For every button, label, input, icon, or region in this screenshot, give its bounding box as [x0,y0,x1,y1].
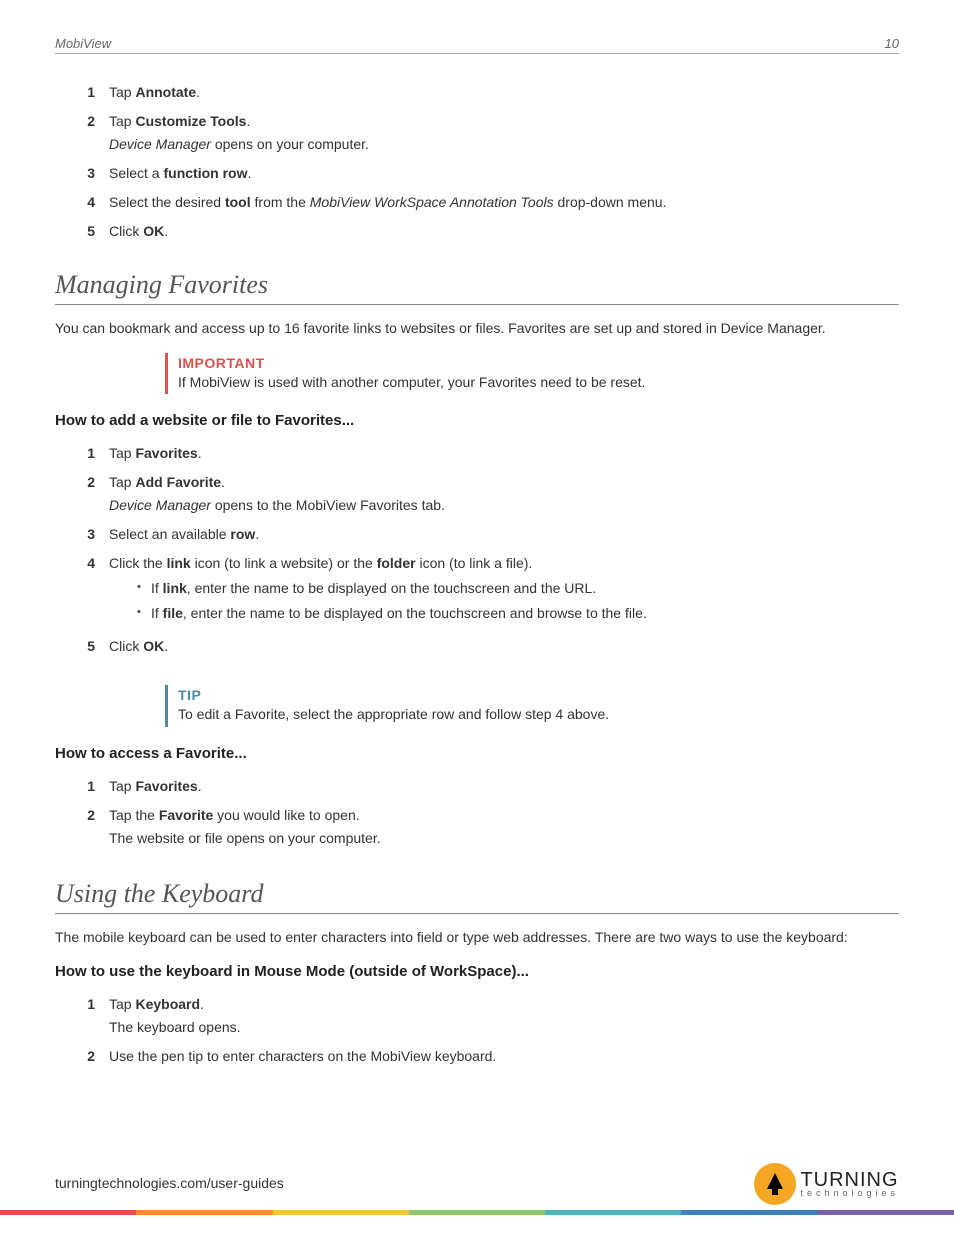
howto-access-list: 1 Tap Favorites. 2 Tap the Favorite you wou… [55,776,899,849]
list-item: 1 Tap Favorites. [83,776,899,797]
tip-body: To edit a Favorite, select the appropria… [178,705,865,725]
step-body: Click OK. [109,636,899,657]
header-title: MobiView [55,36,111,51]
first-ordered-list: 1 Tap Annotate. 2 Tap Customize Tools.Devic… [55,82,899,242]
step-body: Click the link icon (to link a website) … [109,553,899,628]
sub-bullet: If file, enter the name to be displayed … [137,603,899,624]
step-body: Tap Annotate. [109,82,899,103]
step-subnote: Device Manager opens on your computer. [109,134,899,155]
step-number: 2 [83,805,95,849]
list-item: 1 Tap Annotate. [83,82,899,103]
step-number: 1 [83,443,95,464]
logo-sub-text: technologies [800,1189,899,1197]
important-title: IMPORTANT [178,355,865,371]
step-body: Tap the Favorite you would like to open.… [109,805,899,849]
list-item: 1 Tap Keyboard.The keyboard opens. [83,994,899,1038]
step-subnote: The keyboard opens. [109,1017,899,1038]
step-body: Tap Keyboard.The keyboard opens. [109,994,899,1038]
howto-keyboard-mouse-title: How to use the keyboard in Mouse Mode (o… [55,963,899,980]
step-number: 3 [83,524,95,545]
step-subnote: Device Manager opens to the MobiView Fav… [109,495,899,516]
howto-add-favorites-title: How to add a website or file to Favorite… [55,412,899,429]
list-item: 3 Select an available row. [83,524,899,545]
step-number: 2 [83,1046,95,1067]
howto-add-list: 1 Tap Favorites. 2 Tap Add Favorite.Device … [55,443,899,657]
step-number: 1 [83,776,95,797]
sub-bullet: If link, enter the name to be displayed … [137,578,899,599]
section-heading-keyboard: Using the Keyboard [55,879,899,914]
step-number: 4 [83,192,95,213]
howto-keyboard-list: 1 Tap Keyboard.The keyboard opens. 2 Use th… [55,994,899,1067]
step-body: Click OK. [109,221,899,242]
favorites-intro: You can bookmark and access up to 16 fav… [55,319,899,339]
step-number: 1 [83,82,95,103]
step-number: 2 [83,111,95,155]
list-item: 5 Click OK. [83,636,899,657]
step-number: 2 [83,472,95,516]
list-item: 2 Tap Customize Tools.Device Manager open… [83,111,899,155]
tip-title: TIP [178,687,865,703]
page-footer: turningtechnologies.com/user-guides TURN… [0,1163,954,1205]
step-subnote: The website or file opens on your comput… [109,828,899,849]
step-number: 1 [83,994,95,1038]
step-number: 3 [83,163,95,184]
step-body: Select the desired tool from the MobiVie… [109,192,899,213]
keyboard-intro: The mobile keyboard can be used to enter… [55,928,899,948]
footer-url: turningtechnologies.com/user-guides [55,1175,284,1205]
turning-logo: TURNING technologies [754,1163,899,1205]
list-item: 3 Select a function row. [83,163,899,184]
step-body: Tap Customize Tools.Device Manager opens… [109,111,899,155]
tip-callout: TIP To edit a Favorite, select the appro… [165,685,865,727]
step-number: 5 [83,221,95,242]
list-item: 4 Select the desired tool from the MobiVi… [83,192,899,213]
important-body: If MobiView is used with another compute… [178,373,865,393]
sub-bullet-list: If link, enter the name to be displayed … [109,578,899,624]
important-callout: IMPORTANT If MobiView is used with anoth… [165,353,865,395]
list-item: 4Click the link icon (to link a website)… [83,553,899,628]
step-body: Tap Add Favorite.Device Manager opens to… [109,472,899,516]
step-number: 4 [83,553,95,628]
list-item: 1 Tap Favorites. [83,443,899,464]
howto-access-favorite-title: How to access a Favorite... [55,745,899,762]
list-item: 2 Tap the Favorite you would like to open… [83,805,899,849]
step-body: Select an available row. [109,524,899,545]
list-item: 2 Tap Add Favorite.Device Manager opens t… [83,472,899,516]
section-heading-favorites: Managing Favorites [55,270,899,305]
page-header: MobiView 10 [55,36,899,54]
step-body: Select a function row. [109,163,899,184]
page-number: 10 [885,36,899,51]
bottom-color-stripe [0,1210,954,1215]
step-body: Use the pen tip to enter characters on t… [109,1046,899,1067]
list-item: 2 Use the pen tip to enter characters on … [83,1046,899,1067]
list-item: 5 Click OK. [83,221,899,242]
step-number: 5 [83,636,95,657]
step-body: Tap Favorites. [109,443,899,464]
logo-arrow-icon [754,1163,796,1205]
step-body: Tap Favorites. [109,776,899,797]
logo-main-text: TURNING [800,1171,899,1189]
